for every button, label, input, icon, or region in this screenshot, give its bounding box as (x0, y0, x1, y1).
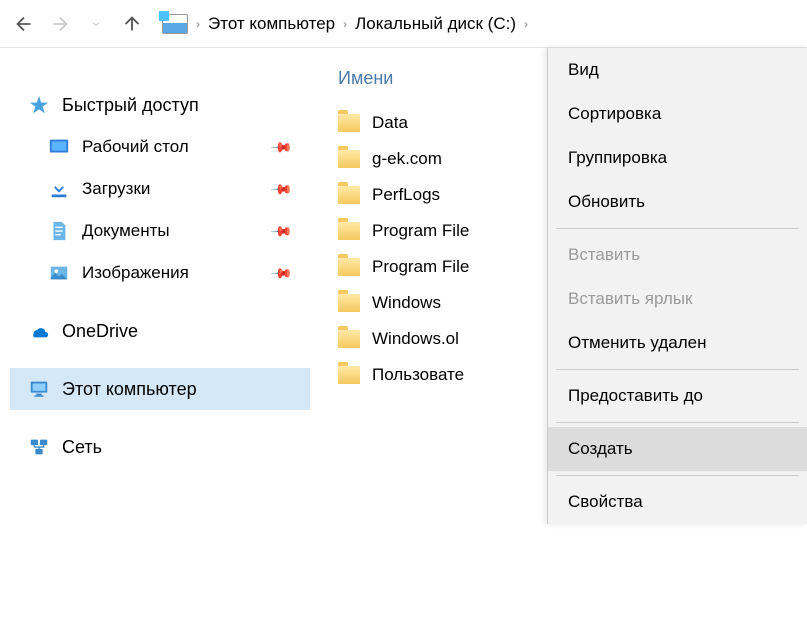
folder-name: Пользовате (372, 365, 464, 385)
sidebar-this-pc[interactable]: Этот компьютер (10, 368, 310, 410)
context-menu: Вид Сортировка Группировка Обновить Вста… (547, 48, 807, 524)
breadcrumb-item[interactable]: Локальный диск (C:) (355, 14, 516, 34)
folder-icon (338, 258, 360, 276)
sidebar-onedrive[interactable]: OneDrive (10, 310, 310, 352)
sidebar-label: Этот компьютер (62, 379, 197, 400)
folder-icon (338, 186, 360, 204)
sidebar-desktop[interactable]: Рабочий стол 📌 (10, 126, 310, 168)
main-area: Быстрый доступ Рабочий стол 📌 Загрузки 📌… (0, 48, 807, 625)
folder-name: Windows.ol (372, 329, 459, 349)
ctx-separator (556, 228, 799, 229)
folder-icon (338, 114, 360, 132)
folder-icon (338, 150, 360, 168)
folder-icon (338, 366, 360, 384)
sidebar-documents[interactable]: Документы 📌 (10, 210, 310, 252)
ctx-create[interactable]: Создать (548, 427, 807, 471)
sidebar-label: Сеть (62, 437, 102, 458)
folder-icon (338, 222, 360, 240)
navigation-bar: › Этот компьютер › Локальный диск (C:) › (0, 0, 807, 48)
folder-name: Windows (372, 293, 441, 313)
sidebar-label: Рабочий стол (82, 137, 189, 157)
desktop-icon (48, 136, 70, 158)
onedrive-icon (28, 320, 50, 342)
ctx-separator (556, 422, 799, 423)
ctx-properties[interactable]: Свойства (548, 480, 807, 524)
pictures-icon (48, 262, 70, 284)
ctx-separator (556, 369, 799, 370)
sidebar-label: Документы (82, 221, 170, 241)
computer-icon (28, 378, 50, 400)
ctx-give-access[interactable]: Предоставить до (548, 374, 807, 418)
ctx-view[interactable]: Вид (548, 48, 807, 92)
sidebar-pictures[interactable]: Изображения 📌 (10, 252, 310, 294)
sidebar-label: OneDrive (62, 321, 138, 342)
breadcrumb[interactable]: › Этот компьютер › Локальный диск (C:) › (162, 14, 528, 34)
pin-icon: 📌 (269, 219, 293, 243)
folder-name: Program File (372, 221, 469, 241)
folder-name: Data (372, 113, 408, 133)
folder-name: g-ek.com (372, 149, 442, 169)
breadcrumb-separator: › (196, 17, 200, 31)
breadcrumb-item[interactable]: Этот компьютер (208, 14, 335, 34)
up-button[interactable] (118, 10, 146, 38)
sidebar-downloads[interactable]: Загрузки 📌 (10, 168, 310, 210)
ctx-paste-shortcut: Вставить ярлык (548, 277, 807, 321)
document-icon (48, 220, 70, 242)
drive-icon (162, 14, 188, 34)
ctx-group[interactable]: Группировка (548, 136, 807, 180)
ctx-undo-delete[interactable]: Отменить удален (548, 321, 807, 365)
ctx-paste: Вставить (548, 233, 807, 277)
breadcrumb-separator: › (524, 17, 528, 31)
pin-icon: 📌 (269, 135, 293, 159)
folder-icon (338, 330, 360, 348)
ctx-separator (556, 475, 799, 476)
sidebar-label: Быстрый доступ (62, 95, 199, 116)
ctx-sort[interactable]: Сортировка (548, 92, 807, 136)
sidebar-network[interactable]: Сеть (10, 426, 310, 468)
folder-name: PerfLogs (372, 185, 440, 205)
forward-button[interactable] (46, 10, 74, 38)
star-icon (28, 94, 50, 116)
recent-dropdown[interactable] (82, 10, 110, 38)
folder-name: Program File (372, 257, 469, 277)
sidebar-quick-access[interactable]: Быстрый доступ (10, 84, 310, 126)
folder-icon (338, 294, 360, 312)
sidebar-label: Загрузки (82, 179, 150, 199)
file-list-area[interactable]: Имени Datag-ek.comPerfLogsProgram FilePr… (320, 48, 807, 625)
pin-icon: 📌 (269, 261, 293, 285)
ctx-refresh[interactable]: Обновить (548, 180, 807, 224)
network-icon (28, 436, 50, 458)
navigation-sidebar: Быстрый доступ Рабочий стол 📌 Загрузки 📌… (0, 48, 320, 625)
breadcrumb-separator: › (343, 17, 347, 31)
pin-icon: 📌 (269, 177, 293, 201)
download-icon (48, 178, 70, 200)
back-button[interactable] (10, 10, 38, 38)
sidebar-label: Изображения (82, 263, 189, 283)
